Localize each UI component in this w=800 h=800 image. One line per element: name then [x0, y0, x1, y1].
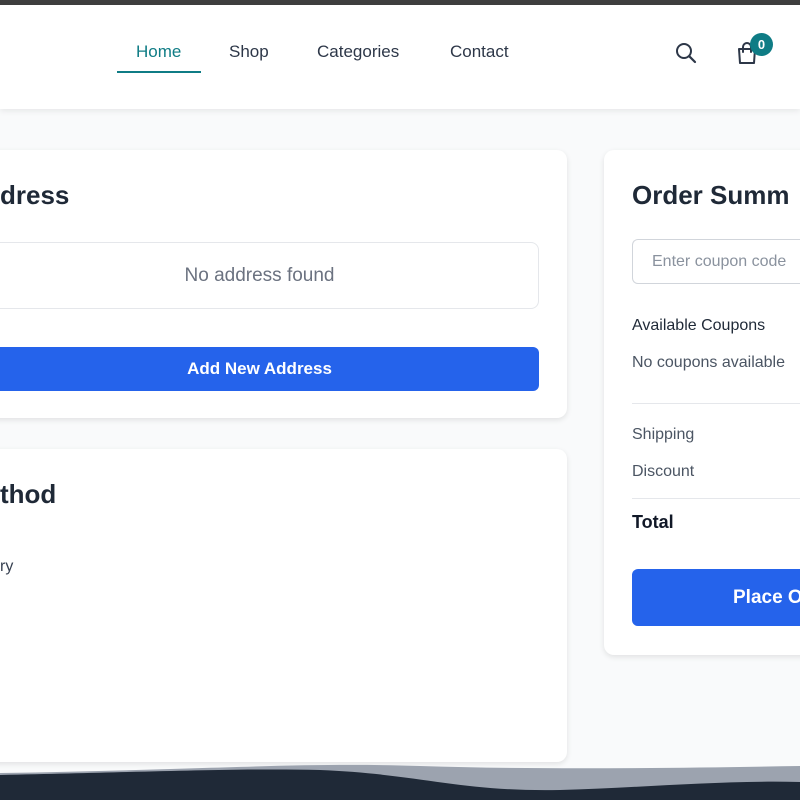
- order-summary-card: Order Summ Available Coupons No coupons …: [604, 150, 800, 655]
- nav-home[interactable]: Home: [136, 42, 181, 62]
- cart-count-badge: 0: [750, 33, 773, 56]
- no-coupons-text: No coupons available: [632, 354, 785, 371]
- nav-contact[interactable]: Contact: [450, 42, 509, 62]
- place-order-button[interactable]: Place O: [632, 569, 800, 626]
- nav-shop[interactable]: Shop: [229, 42, 269, 62]
- nav-categories[interactable]: Categories: [317, 42, 399, 62]
- discount-label: Discount: [632, 463, 695, 480]
- payment-method-card: thod ry: [0, 449, 567, 762]
- address-empty-state: No address found: [0, 242, 539, 309]
- order-summary-title: Order Summ: [632, 180, 790, 210]
- shipping-address-card: dress No address found Add New Address: [0, 150, 567, 418]
- payment-option-label[interactable]: ry: [0, 558, 13, 576]
- payment-card-title: thod: [0, 479, 57, 509]
- nav-active-underline: [117, 71, 201, 73]
- add-new-address-button[interactable]: Add New Address: [0, 347, 539, 391]
- address-card-title: dress: [0, 180, 70, 210]
- shipping-label: Shipping: [632, 426, 695, 443]
- summary-divider: [632, 403, 800, 404]
- total-divider: [632, 498, 800, 499]
- footer-wave: [0, 760, 800, 800]
- search-icon[interactable]: [674, 41, 698, 65]
- coupon-code-input[interactable]: [632, 239, 800, 284]
- site-header: Home Shop Categories Contact 0: [0, 5, 800, 109]
- available-coupons-label: Available Coupons: [632, 317, 766, 334]
- total-label: Total: [632, 512, 674, 532]
